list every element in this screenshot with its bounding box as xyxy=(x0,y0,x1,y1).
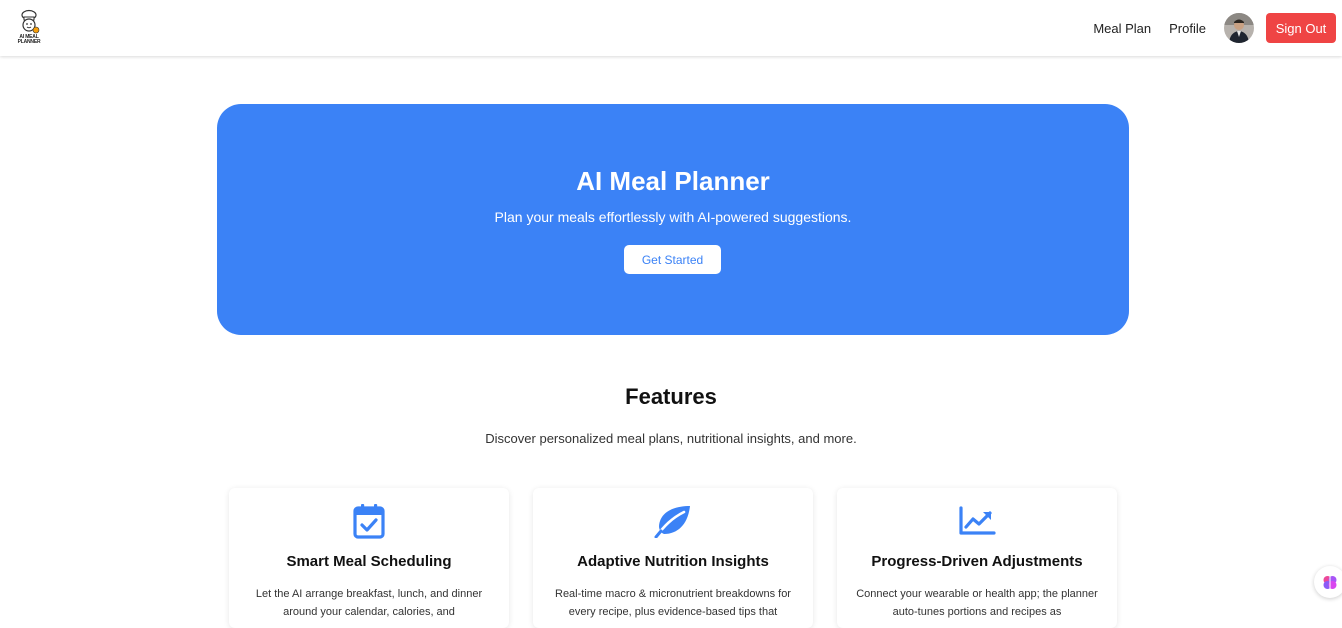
feature-card-scheduling: Smart Meal Scheduling Let the AI arrange… xyxy=(229,488,509,628)
top-navbar: AI MEAL PLANNER Meal Plan Profile Sign O… xyxy=(0,0,1342,56)
brain-icon xyxy=(1323,576,1337,589)
feature-card-title: Progress-Driven Adjustments xyxy=(871,553,1083,570)
get-started-button[interactable]: Get Started xyxy=(624,245,721,274)
calendar-check-icon xyxy=(349,502,389,540)
sign-out-button[interactable]: Sign Out xyxy=(1266,13,1336,43)
user-avatar[interactable] xyxy=(1224,13,1254,43)
hero-title: AI Meal Planner xyxy=(576,166,770,196)
logo-text-line2: PLANNER xyxy=(17,39,41,45)
features-subtitle: Discover personalized meal plans, nutrit… xyxy=(485,431,857,446)
trending-up-icon xyxy=(957,502,997,540)
features-title: Features xyxy=(625,384,717,409)
ai-assistant-button[interactable] xyxy=(1314,566,1342,598)
feature-card-nutrition: Adaptive Nutrition Insights Real-time ma… xyxy=(533,488,813,628)
hero-banner: AI Meal Planner Plan your meals effortle… xyxy=(217,104,1129,335)
feature-card-title: Adaptive Nutrition Insights xyxy=(577,553,769,570)
hero-subtitle: Plan your meals effortlessly with AI-pow… xyxy=(494,209,852,225)
nav-link-profile[interactable]: Profile xyxy=(1169,21,1206,36)
feature-card-description: Let the AI arrange breakfast, lunch, and… xyxy=(255,588,483,618)
feature-card-progress: Progress-Driven Adjustments Connect your… xyxy=(837,488,1117,628)
nav-link-meal-plan[interactable]: Meal Plan xyxy=(1093,21,1151,36)
feature-card-title: Smart Meal Scheduling xyxy=(286,553,452,570)
leaf-icon xyxy=(653,502,693,540)
chef-logo-icon xyxy=(21,9,40,34)
avatar-image xyxy=(1224,13,1254,43)
feature-card-description: Real-time macro & micronutrient breakdow… xyxy=(555,588,791,618)
app-logo[interactable]: AI MEAL PLANNER xyxy=(14,9,44,47)
feature-card-description: Connect your wearable or health app; the… xyxy=(856,588,1098,618)
nav-actions: Meal Plan Profile Sign Out xyxy=(1093,13,1336,43)
